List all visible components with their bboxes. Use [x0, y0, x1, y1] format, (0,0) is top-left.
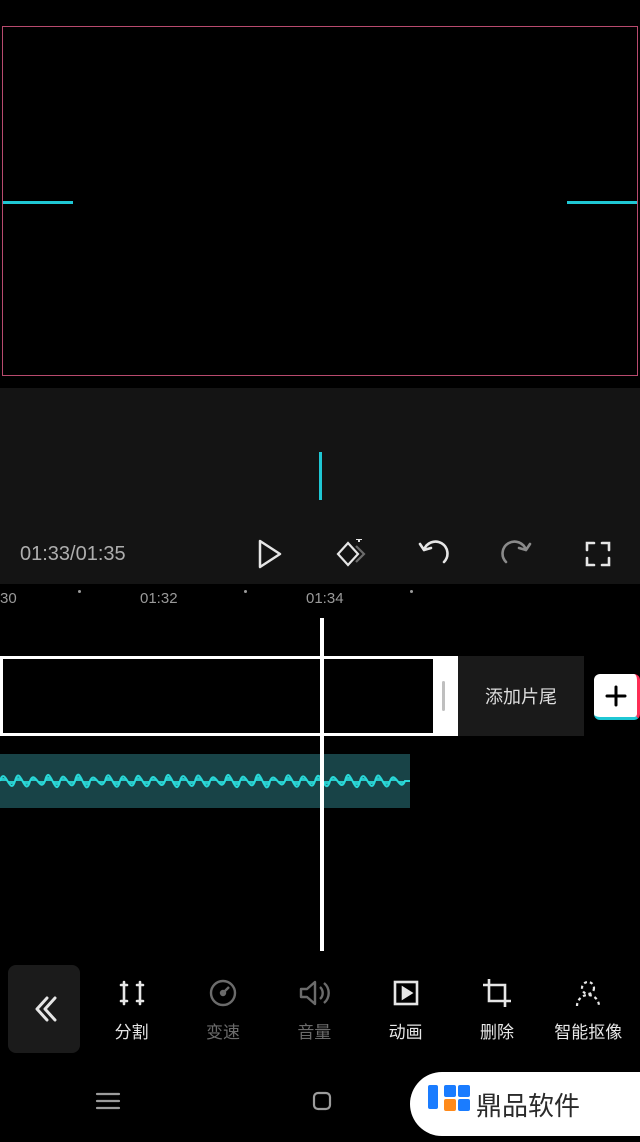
cutout-button[interactable]: 智能抠像: [545, 976, 631, 1043]
tool-label: 智能抠像: [554, 1018, 622, 1043]
timeline[interactable]: 添加片尾: [0, 618, 640, 958]
play-button[interactable]: [248, 532, 292, 576]
tool-label: 分割: [115, 1018, 149, 1043]
speed-icon: [207, 976, 239, 1010]
ruler-dot: [410, 590, 413, 593]
collapse-toolbar-button[interactable]: [8, 965, 80, 1053]
home-button[interactable]: [310, 1089, 334, 1118]
watermark-logo-icon: [428, 1085, 466, 1123]
time-display: 01:33/01:35: [20, 543, 210, 566]
keyframe-button[interactable]: [330, 532, 374, 576]
split-icon: [116, 976, 148, 1010]
speed-button[interactable]: 变速: [180, 976, 266, 1043]
tool-label: 音量: [297, 1018, 331, 1043]
add-tail-label: 添加片尾: [485, 683, 557, 709]
playhead-indicator: [319, 452, 322, 500]
tool-label: 变速: [206, 1018, 240, 1043]
timeline-ruler[interactable]: 30 01:32 01:34: [0, 588, 640, 612]
clip-trim-handle[interactable]: [433, 659, 455, 733]
audio-track[interactable]: [0, 754, 410, 808]
tool-label: 删除: [480, 1018, 514, 1043]
ruler-mark: 30: [0, 590, 17, 607]
ruler-mark: 01:34: [306, 590, 344, 607]
watermark: 鼎品软件: [410, 1072, 640, 1136]
delete-button[interactable]: 删除: [454, 976, 540, 1043]
playhead[interactable]: [320, 618, 324, 951]
video-preview[interactable]: [2, 26, 638, 376]
guide-left: [3, 201, 73, 204]
animation-icon: [391, 976, 421, 1010]
animation-button[interactable]: 动画: [363, 976, 449, 1043]
add-tail-block[interactable]: 添加片尾: [458, 656, 584, 736]
watermark-text: 鼎品软件: [476, 1086, 580, 1123]
person-cutout-icon: [572, 976, 604, 1010]
fullscreen-button[interactable]: [576, 532, 620, 576]
undo-button[interactable]: [412, 532, 456, 576]
volume-icon: [297, 976, 331, 1010]
redo-button[interactable]: [494, 532, 538, 576]
clip-thumbnail: [3, 659, 433, 733]
ruler-dot: [244, 590, 247, 593]
waveform-icon: [0, 754, 410, 808]
ruler-mark: 01:32: [140, 590, 178, 607]
split-button[interactable]: 分割: [89, 976, 175, 1043]
tool-label: 动画: [389, 1018, 423, 1043]
video-clip[interactable]: [0, 656, 458, 736]
edit-toolbar: 分割 变速 音量 动画 删除: [0, 958, 640, 1060]
recent-apps-button[interactable]: [95, 1091, 121, 1116]
guide-right: [567, 201, 637, 204]
ruler-dot: [78, 590, 81, 593]
crop-icon: [481, 976, 513, 1010]
add-clip-button[interactable]: [594, 674, 640, 720]
playback-controls: 01:33/01:35: [0, 528, 640, 580]
volume-button[interactable]: 音量: [271, 976, 357, 1043]
